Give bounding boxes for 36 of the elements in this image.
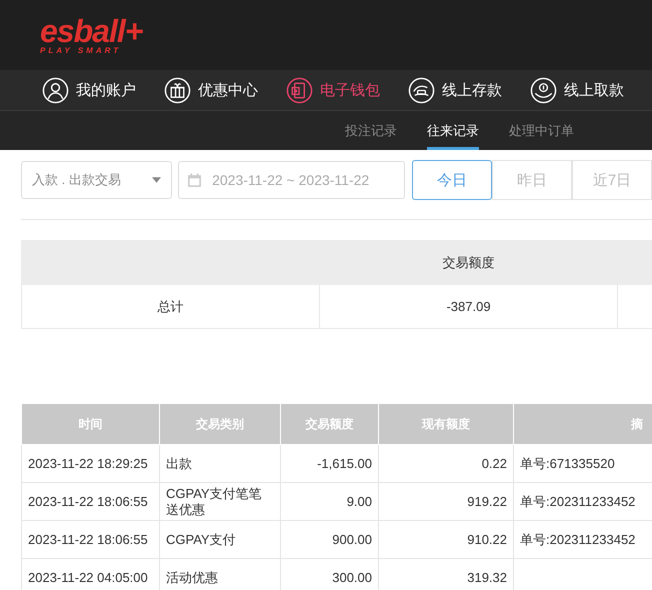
table-cell: 2023-11-22 18:29:25 xyxy=(22,444,160,482)
table-cell: -1,615.00 xyxy=(280,444,378,482)
logo-wordmark: esball+ xyxy=(40,16,142,46)
hand-dollar-icon xyxy=(530,76,557,104)
date-range-field[interactable]: 2023-11-22 ~ 2023-11-22 xyxy=(178,161,405,199)
table-cell: 900.00 xyxy=(280,520,378,558)
table-cell: 2023-11-22 04:05:00 xyxy=(22,558,160,590)
table-cell: 919.22 xyxy=(378,482,514,520)
subnav-tab[interactable]: 往来记录 xyxy=(427,111,479,150)
nav-item[interactable]: 我的账户 xyxy=(42,76,136,104)
table-cell: 910.22 xyxy=(378,520,514,558)
table-cell: 0.22 xyxy=(378,444,514,482)
subnav-tab[interactable]: 处理中订单 xyxy=(509,111,574,150)
wallet-icon xyxy=(286,76,313,104)
table-cell: 出款 xyxy=(160,444,280,482)
table-cell: 2023-11-22 18:06:55 xyxy=(22,482,160,520)
caret-icon xyxy=(152,177,162,183)
type-select[interactable]: 入款 . 出款交易 xyxy=(21,161,172,199)
table-cell: -387.09 xyxy=(320,284,618,328)
summary-heading: 交易额度 xyxy=(320,240,618,284)
logo-tagline: PLAY SMART xyxy=(40,46,122,54)
calendar-icon xyxy=(187,172,202,188)
gift-icon xyxy=(164,76,191,104)
nav-item[interactable]: 线上存款 xyxy=(408,76,502,104)
subnav-tab[interactable]: 投注记录 xyxy=(345,111,397,150)
table-cell: 总计 xyxy=(22,284,320,328)
nav-item[interactable]: 线上取款 xyxy=(530,76,624,104)
hand-coin-icon xyxy=(408,76,435,104)
table-cell: 2023-11-22 18:06:55 xyxy=(22,520,160,558)
period-button[interactable]: 今日 xyxy=(412,160,492,200)
nav-item[interactable]: 电子钱包 xyxy=(286,76,380,104)
table-cell: 9.00 xyxy=(280,482,378,520)
user-icon xyxy=(42,76,69,104)
nav-item[interactable]: 优惠中心 xyxy=(164,76,258,104)
table-cell: CGPAY支付笔笔送优惠 xyxy=(160,482,280,520)
table-cell: CGPAY支付 xyxy=(160,520,280,558)
